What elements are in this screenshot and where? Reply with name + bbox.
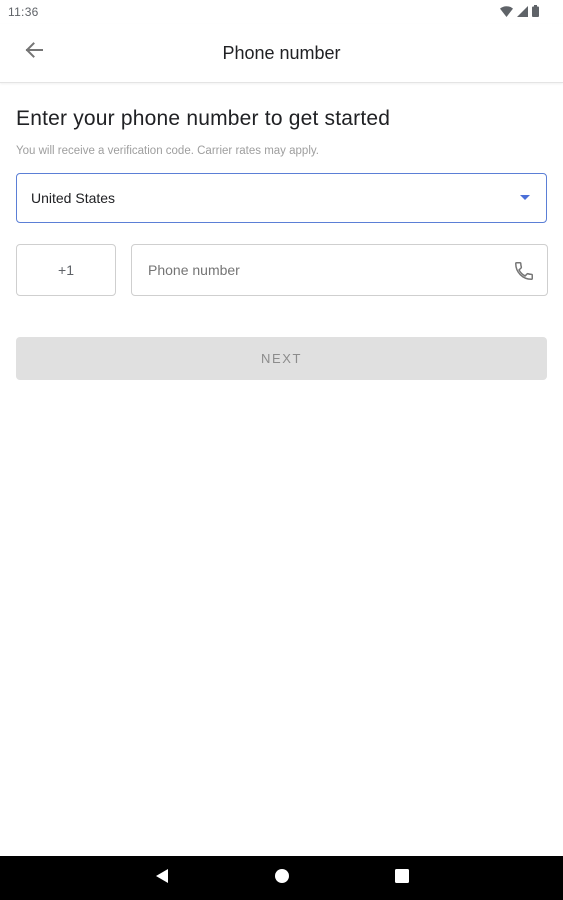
country-select[interactable]: United States (16, 173, 547, 223)
heading: Enter your phone number to get started (16, 107, 391, 130)
navigation-bar (0, 856, 563, 900)
phone-icon (513, 260, 535, 282)
phone-number-input[interactable] (132, 245, 547, 295)
app-bar: Phone number (0, 24, 563, 83)
dropdown-arrow-icon (520, 195, 530, 200)
next-button-label: NEXT (260, 351, 303, 366)
battery-icon (532, 5, 539, 17)
next-button[interactable]: NEXT (16, 337, 547, 380)
country-select-value: United States (31, 190, 116, 206)
nav-recents-button[interactable] (392, 868, 412, 888)
nav-recents-icon (395, 868, 409, 888)
verification-note: You will receive a verification code. Ca… (16, 145, 319, 157)
status-icons (500, 5, 539, 17)
country-code-field[interactable]: +1 (16, 244, 116, 296)
nav-home-icon (274, 868, 290, 889)
nav-home-button[interactable] (272, 868, 292, 888)
wifi-icon (500, 5, 513, 17)
status-time: 11:36 (8, 5, 39, 19)
status-bar: 11:36 (0, 0, 563, 24)
nav-back-icon (155, 868, 169, 889)
country-code-value: +1 (58, 262, 74, 278)
nav-back-button[interactable] (152, 868, 172, 888)
phone-number-field (131, 244, 548, 296)
page-title: Phone number (222, 43, 341, 63)
signal-icon (517, 5, 528, 17)
